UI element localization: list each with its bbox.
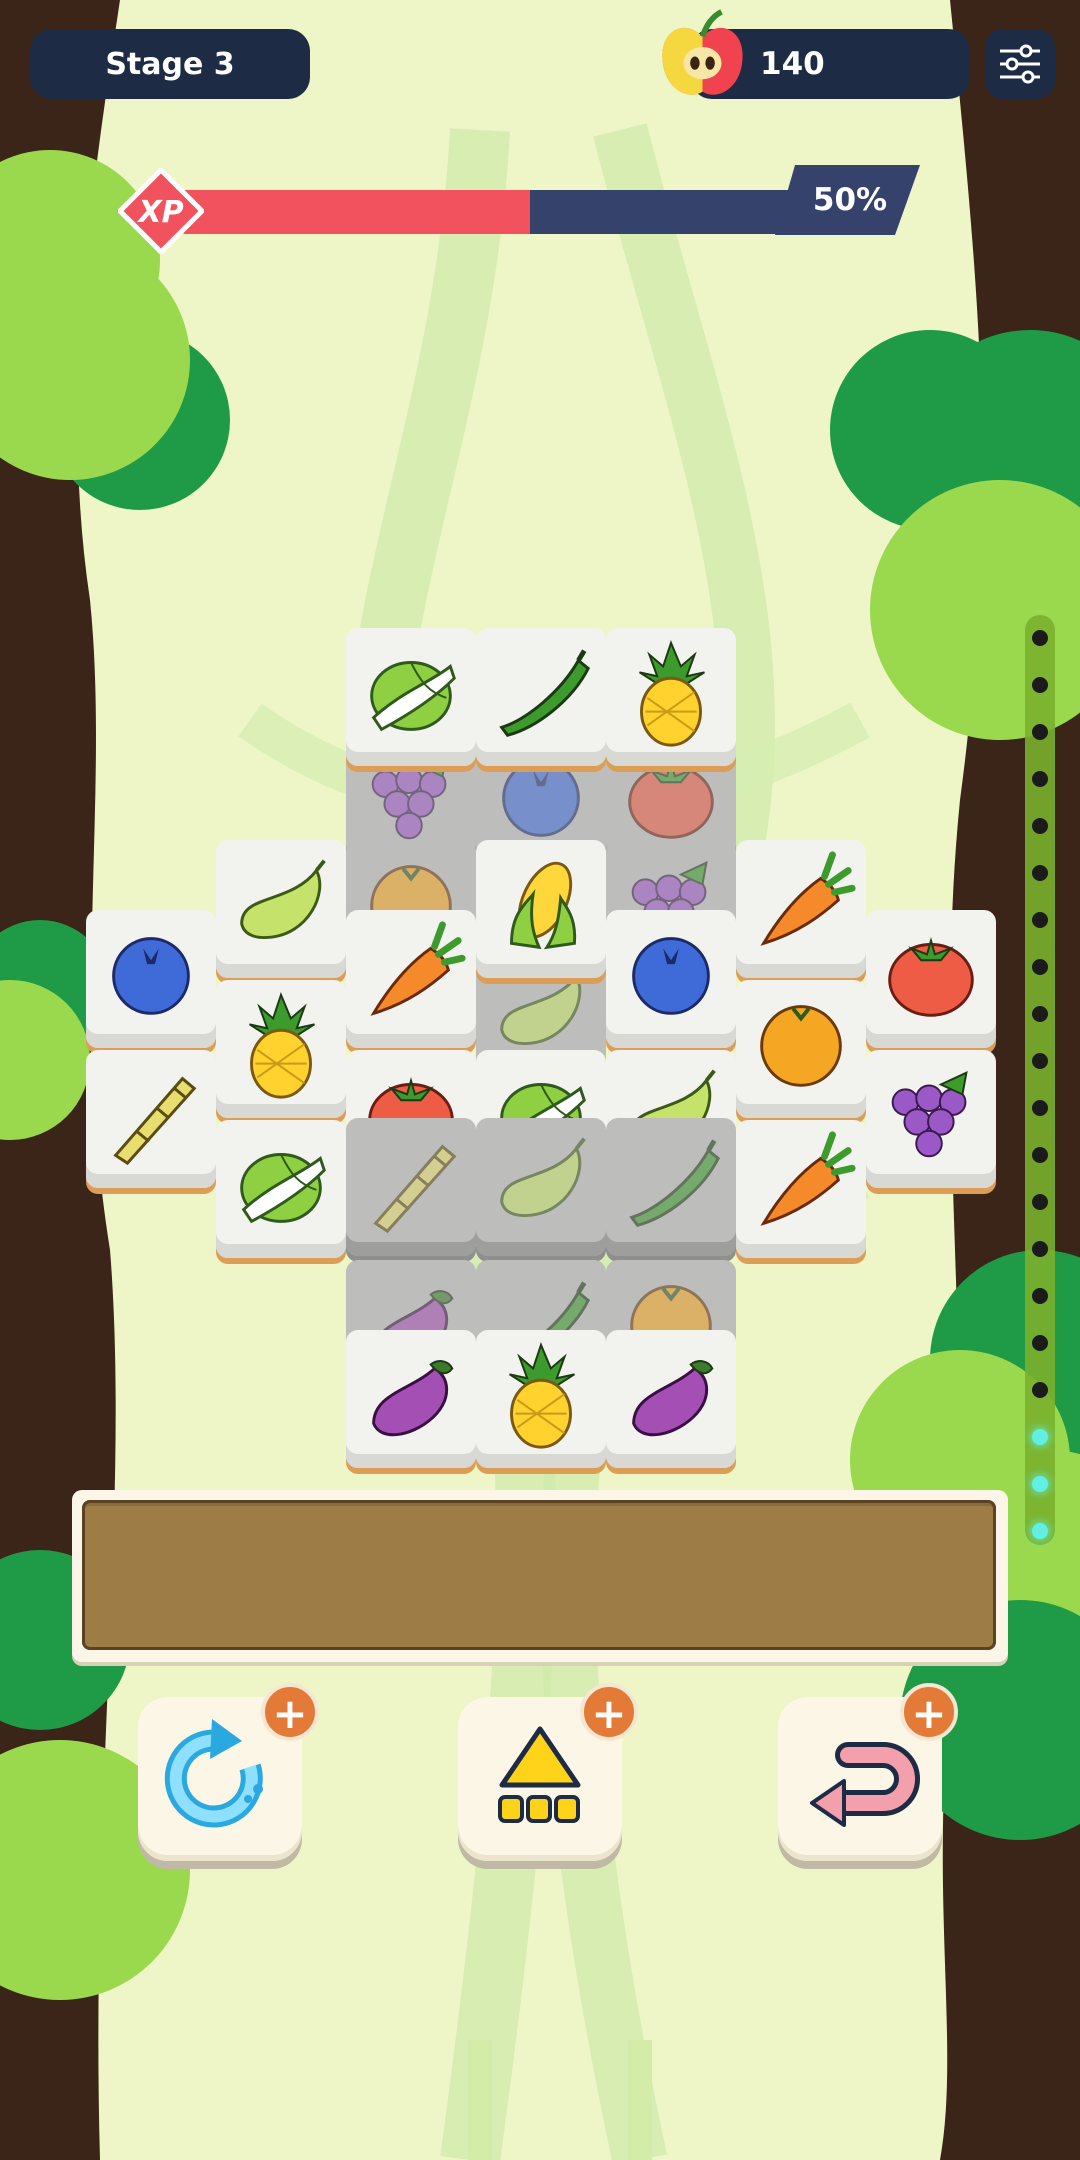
- settings-button[interactable]: [985, 29, 1055, 99]
- grapes-icon: [891, 1071, 968, 1158]
- progress-dot: [1032, 865, 1048, 881]
- edamame-icon: [500, 1137, 586, 1218]
- tile-tomato[interactable]: [866, 910, 996, 1058]
- tile-napa-cabbage[interactable]: [216, 1120, 346, 1268]
- tile-corn[interactable]: [476, 840, 606, 988]
- tile-blueberry[interactable]: [86, 910, 216, 1058]
- progress-dot: [1032, 1100, 1048, 1116]
- okra-icon: [499, 649, 591, 737]
- progress-dot: [1032, 724, 1048, 740]
- tile-edamame: [476, 1118, 606, 1266]
- tile-carrot[interactable]: [736, 840, 866, 988]
- orange-icon: [760, 1005, 842, 1087]
- tile-pineapple[interactable]: [216, 980, 346, 1128]
- tile-blueberry[interactable]: [606, 910, 736, 1058]
- tomato-icon: [888, 936, 974, 1017]
- plus-text: +: [272, 1689, 308, 1738]
- progress-dot: [1032, 1335, 1048, 1351]
- hint-plus-badge[interactable]: +: [580, 1683, 638, 1741]
- undo-plus-badge[interactable]: +: [900, 1683, 958, 1741]
- progress-dot: [1032, 1006, 1048, 1022]
- progress-dot: [1032, 959, 1048, 975]
- sliders-icon: [1000, 44, 1040, 84]
- apple-coin-icon: [662, 9, 743, 95]
- tile-okra[interactable]: [476, 628, 606, 776]
- progress-dot: [1032, 818, 1048, 834]
- napa-cabbage-icon: [370, 661, 456, 732]
- eggplant-icon: [632, 1360, 714, 1437]
- progress-dot: [1032, 1147, 1048, 1163]
- tile-eggplant[interactable]: [606, 1330, 736, 1478]
- blueberry-icon: [632, 937, 710, 1015]
- bamboo-shoot-icon: [113, 1076, 197, 1166]
- progress-dot: [1032, 630, 1048, 646]
- coin-count: 140: [760, 46, 825, 82]
- level-progress-track: [1025, 615, 1055, 1545]
- progress-dot: [1032, 1523, 1048, 1539]
- eggplant-icon: [372, 1360, 454, 1437]
- plus-text: +: [911, 1689, 947, 1738]
- blueberry-icon: [112, 937, 190, 1015]
- tile-eggplant[interactable]: [346, 1330, 476, 1478]
- shuffle-plus-badge[interactable]: +: [261, 1683, 319, 1741]
- progress-dot: [1032, 912, 1048, 928]
- plus-text: +: [591, 1689, 627, 1738]
- tile-orange[interactable]: [736, 980, 866, 1128]
- progress-dot: [1032, 1241, 1048, 1257]
- bamboo-shoot-icon: [373, 1144, 457, 1234]
- carrot-icon: [760, 1131, 856, 1226]
- progress-dot: [1032, 1194, 1048, 1210]
- carrot-icon: [760, 851, 856, 946]
- tile-bamboo-shoot: [346, 1118, 476, 1266]
- tile-grapes[interactable]: [866, 1050, 996, 1198]
- tile-bamboo-shoot[interactable]: [86, 1050, 216, 1198]
- tile-okra: [606, 1118, 736, 1266]
- xp-progress-fill: [180, 190, 530, 234]
- progress-dot: [1032, 1429, 1048, 1445]
- stage-text: Stage 3: [105, 46, 235, 82]
- edamame-icon: [240, 859, 326, 940]
- carrot-icon: [370, 921, 466, 1016]
- tray-slots: [82, 1500, 996, 1650]
- xp-badge-icon: XP: [118, 168, 204, 254]
- pineapple-icon: [509, 1342, 575, 1449]
- progress-dot: [1032, 1476, 1048, 1492]
- progress-dot: [1032, 677, 1048, 693]
- pineapple-icon: [249, 992, 315, 1099]
- napa-cabbage-icon: [240, 1153, 326, 1224]
- tile-napa-cabbage[interactable]: [346, 628, 476, 776]
- tile-carrot[interactable]: [346, 910, 476, 1058]
- tile-pineapple[interactable]: [476, 1330, 606, 1478]
- tile-pineapple[interactable]: [606, 628, 736, 776]
- pineapple-icon: [639, 640, 705, 747]
- tile-tray: [72, 1490, 1008, 1662]
- stage-label: Stage 3: [30, 29, 310, 99]
- xp-badge-text: XP: [136, 195, 183, 230]
- xp-percent-label: 50%: [812, 182, 888, 218]
- okra-icon: [629, 1139, 721, 1227]
- progress-dot: [1032, 771, 1048, 787]
- corn-icon: [510, 861, 577, 950]
- tile-edamame[interactable]: [216, 840, 346, 988]
- progress-dot: [1032, 1053, 1048, 1069]
- progress-dot: [1032, 1382, 1048, 1398]
- progress-dot: [1032, 1288, 1048, 1304]
- tile-carrot[interactable]: [736, 1120, 866, 1268]
